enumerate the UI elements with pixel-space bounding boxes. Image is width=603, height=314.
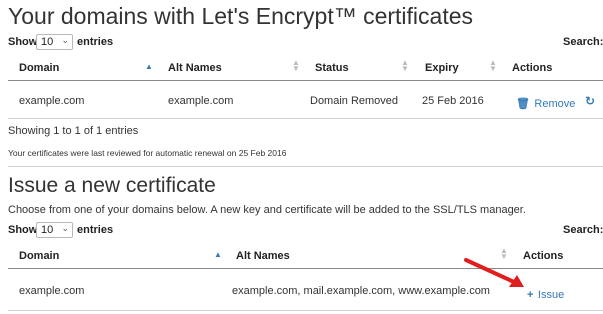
issue-button[interactable]: + Issue bbox=[527, 285, 564, 303]
show-label: Show bbox=[8, 224, 38, 236]
renew-icon[interactable]: ↻ bbox=[585, 94, 595, 108]
issue-label: Issue bbox=[537, 289, 565, 301]
trash-icon: 🗑 bbox=[516, 98, 530, 110]
column-header-expiry[interactable]: Expiry bbox=[425, 62, 459, 74]
search-label: Search: bbox=[563, 224, 603, 236]
column-header-domain[interactable]: Domain bbox=[19, 62, 59, 74]
sort-asc-icon[interactable]: ▲ bbox=[145, 62, 153, 71]
remove-label: Remove bbox=[534, 98, 576, 110]
show-label: Show bbox=[8, 36, 38, 48]
sort-icon[interactable]: ▲ ▼ bbox=[401, 59, 409, 73]
cell-expiry: 25 Feb 2016 bbox=[422, 95, 484, 107]
pointer-arrow-icon bbox=[464, 258, 524, 287]
cell-status: Domain Removed bbox=[310, 95, 399, 107]
table-info: Showing 1 to 1 of 1 entries bbox=[8, 125, 139, 137]
header-divider bbox=[8, 80, 603, 81]
sort-icon[interactable]: ▲ ▼ bbox=[489, 59, 497, 73]
cell-alt-names: example.com bbox=[168, 95, 234, 107]
cell-domain: example.com bbox=[19, 95, 85, 107]
row-divider bbox=[8, 118, 603, 119]
column-header-domain[interactable]: Domain bbox=[19, 250, 59, 262]
sort-asc-icon[interactable]: ▲ bbox=[214, 250, 222, 259]
renewal-date: 25 Feb 2016 bbox=[238, 148, 287, 158]
entries-select-value: 10 bbox=[41, 36, 54, 48]
column-header-alt-names[interactable]: Alt Names bbox=[236, 250, 290, 262]
search-label: Search: bbox=[563, 36, 603, 48]
page-title: Your domains with Let's Encrypt™ certifi… bbox=[8, 3, 474, 29]
sort-icon[interactable]: ▲ ▼ bbox=[292, 59, 300, 73]
renewal-note-text: Your certificates were last reviewed for… bbox=[8, 148, 237, 158]
entries-select-value: 10 bbox=[41, 224, 54, 236]
cell-domain: example.com bbox=[19, 285, 85, 297]
renewal-note: Your certificates were last reviewed for… bbox=[8, 148, 286, 158]
section-divider bbox=[8, 166, 603, 167]
entries-select[interactable]: 10 ⌄ bbox=[36, 222, 73, 238]
section-description: Choose from one of your domains below. A… bbox=[8, 204, 526, 216]
remove-button[interactable]: 🗑 Remove bbox=[516, 94, 575, 112]
cell-alt-names: example.com, mail.example.com, www.examp… bbox=[232, 285, 490, 297]
chevron-down-icon: ⌄ bbox=[61, 223, 69, 233]
entries-label: entries bbox=[77, 224, 114, 236]
column-header-actions: Actions bbox=[512, 62, 553, 74]
section-title: Issue a new certificate bbox=[8, 174, 216, 197]
chevron-down-icon: ⌄ bbox=[61, 35, 69, 45]
row-divider bbox=[8, 310, 603, 311]
column-header-status[interactable]: Status bbox=[315, 62, 349, 74]
entries-select[interactable]: 10 ⌄ bbox=[36, 34, 73, 50]
column-header-alt-names[interactable]: Alt Names bbox=[168, 62, 222, 74]
entries-label: entries bbox=[77, 36, 114, 48]
